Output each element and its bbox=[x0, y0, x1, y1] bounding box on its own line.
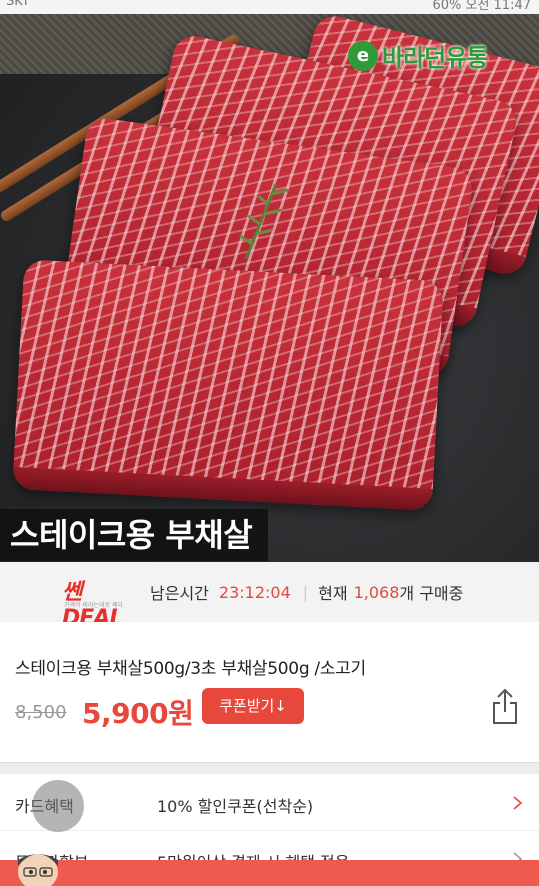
steak-slice bbox=[12, 259, 444, 511]
buyer-count: 1,068 bbox=[353, 582, 400, 602]
sale-price: 5,900원 bbox=[82, 697, 194, 730]
divider-bar: | bbox=[302, 582, 309, 602]
product-hero-image[interactable]: e 바라던유통 스테이크용 부채살 bbox=[0, 14, 539, 562]
coupon-button[interactable]: 쿠폰받기↓ bbox=[202, 688, 304, 724]
carrier-label: SKT bbox=[6, 0, 30, 9]
deal-logo-subtext: 가격이 바라는데로 쎄다 bbox=[64, 602, 124, 609]
brand-logo: e 바라던유통 bbox=[348, 38, 488, 73]
deal-strip: 쎈DEAL 가격이 바라는데로 쎄다 남은시간 23:12:04 | 현재 1,… bbox=[0, 562, 539, 631]
countdown-timer: 23:12:04 bbox=[218, 582, 291, 602]
status-bar: SKT 60% 오전 11:47 bbox=[0, 0, 539, 14]
floating-action-button[interactable] bbox=[32, 780, 84, 832]
original-price: 8,500 bbox=[15, 702, 67, 723]
status-indicators: 60% 오전 11:47 bbox=[432, 0, 531, 13]
section-divider bbox=[0, 762, 539, 774]
remaining-time-label: 남은시간 bbox=[150, 584, 209, 603]
current-label: 현재 bbox=[318, 584, 348, 603]
buyer-suffix: 개 구매중 bbox=[399, 584, 464, 603]
product-info: 스테이크용 부채살500g/3초 부채살500g /소고기 8,500 5,90… bbox=[0, 622, 539, 762]
brand-name: 바라던유통 bbox=[382, 44, 488, 72]
share-icon[interactable] bbox=[491, 686, 519, 726]
benefit-value: 10% 할인쿠폰(선착순) bbox=[157, 797, 314, 816]
rosemary-garnish bbox=[239, 183, 289, 260]
bottom-action-bar[interactable] bbox=[0, 860, 539, 886]
deal-logo: 쎈DEAL 가격이 바라는데로 쎄다 bbox=[62, 576, 140, 631]
avatar[interactable] bbox=[10, 846, 66, 886]
brand-icon: e bbox=[348, 40, 378, 71]
hero-caption: 스테이크용 부채살 bbox=[0, 509, 269, 561]
chevron-right-icon bbox=[513, 796, 523, 810]
product-title: 스테이크용 부채살500g/3초 부채살500g /소고기 bbox=[15, 659, 366, 679]
